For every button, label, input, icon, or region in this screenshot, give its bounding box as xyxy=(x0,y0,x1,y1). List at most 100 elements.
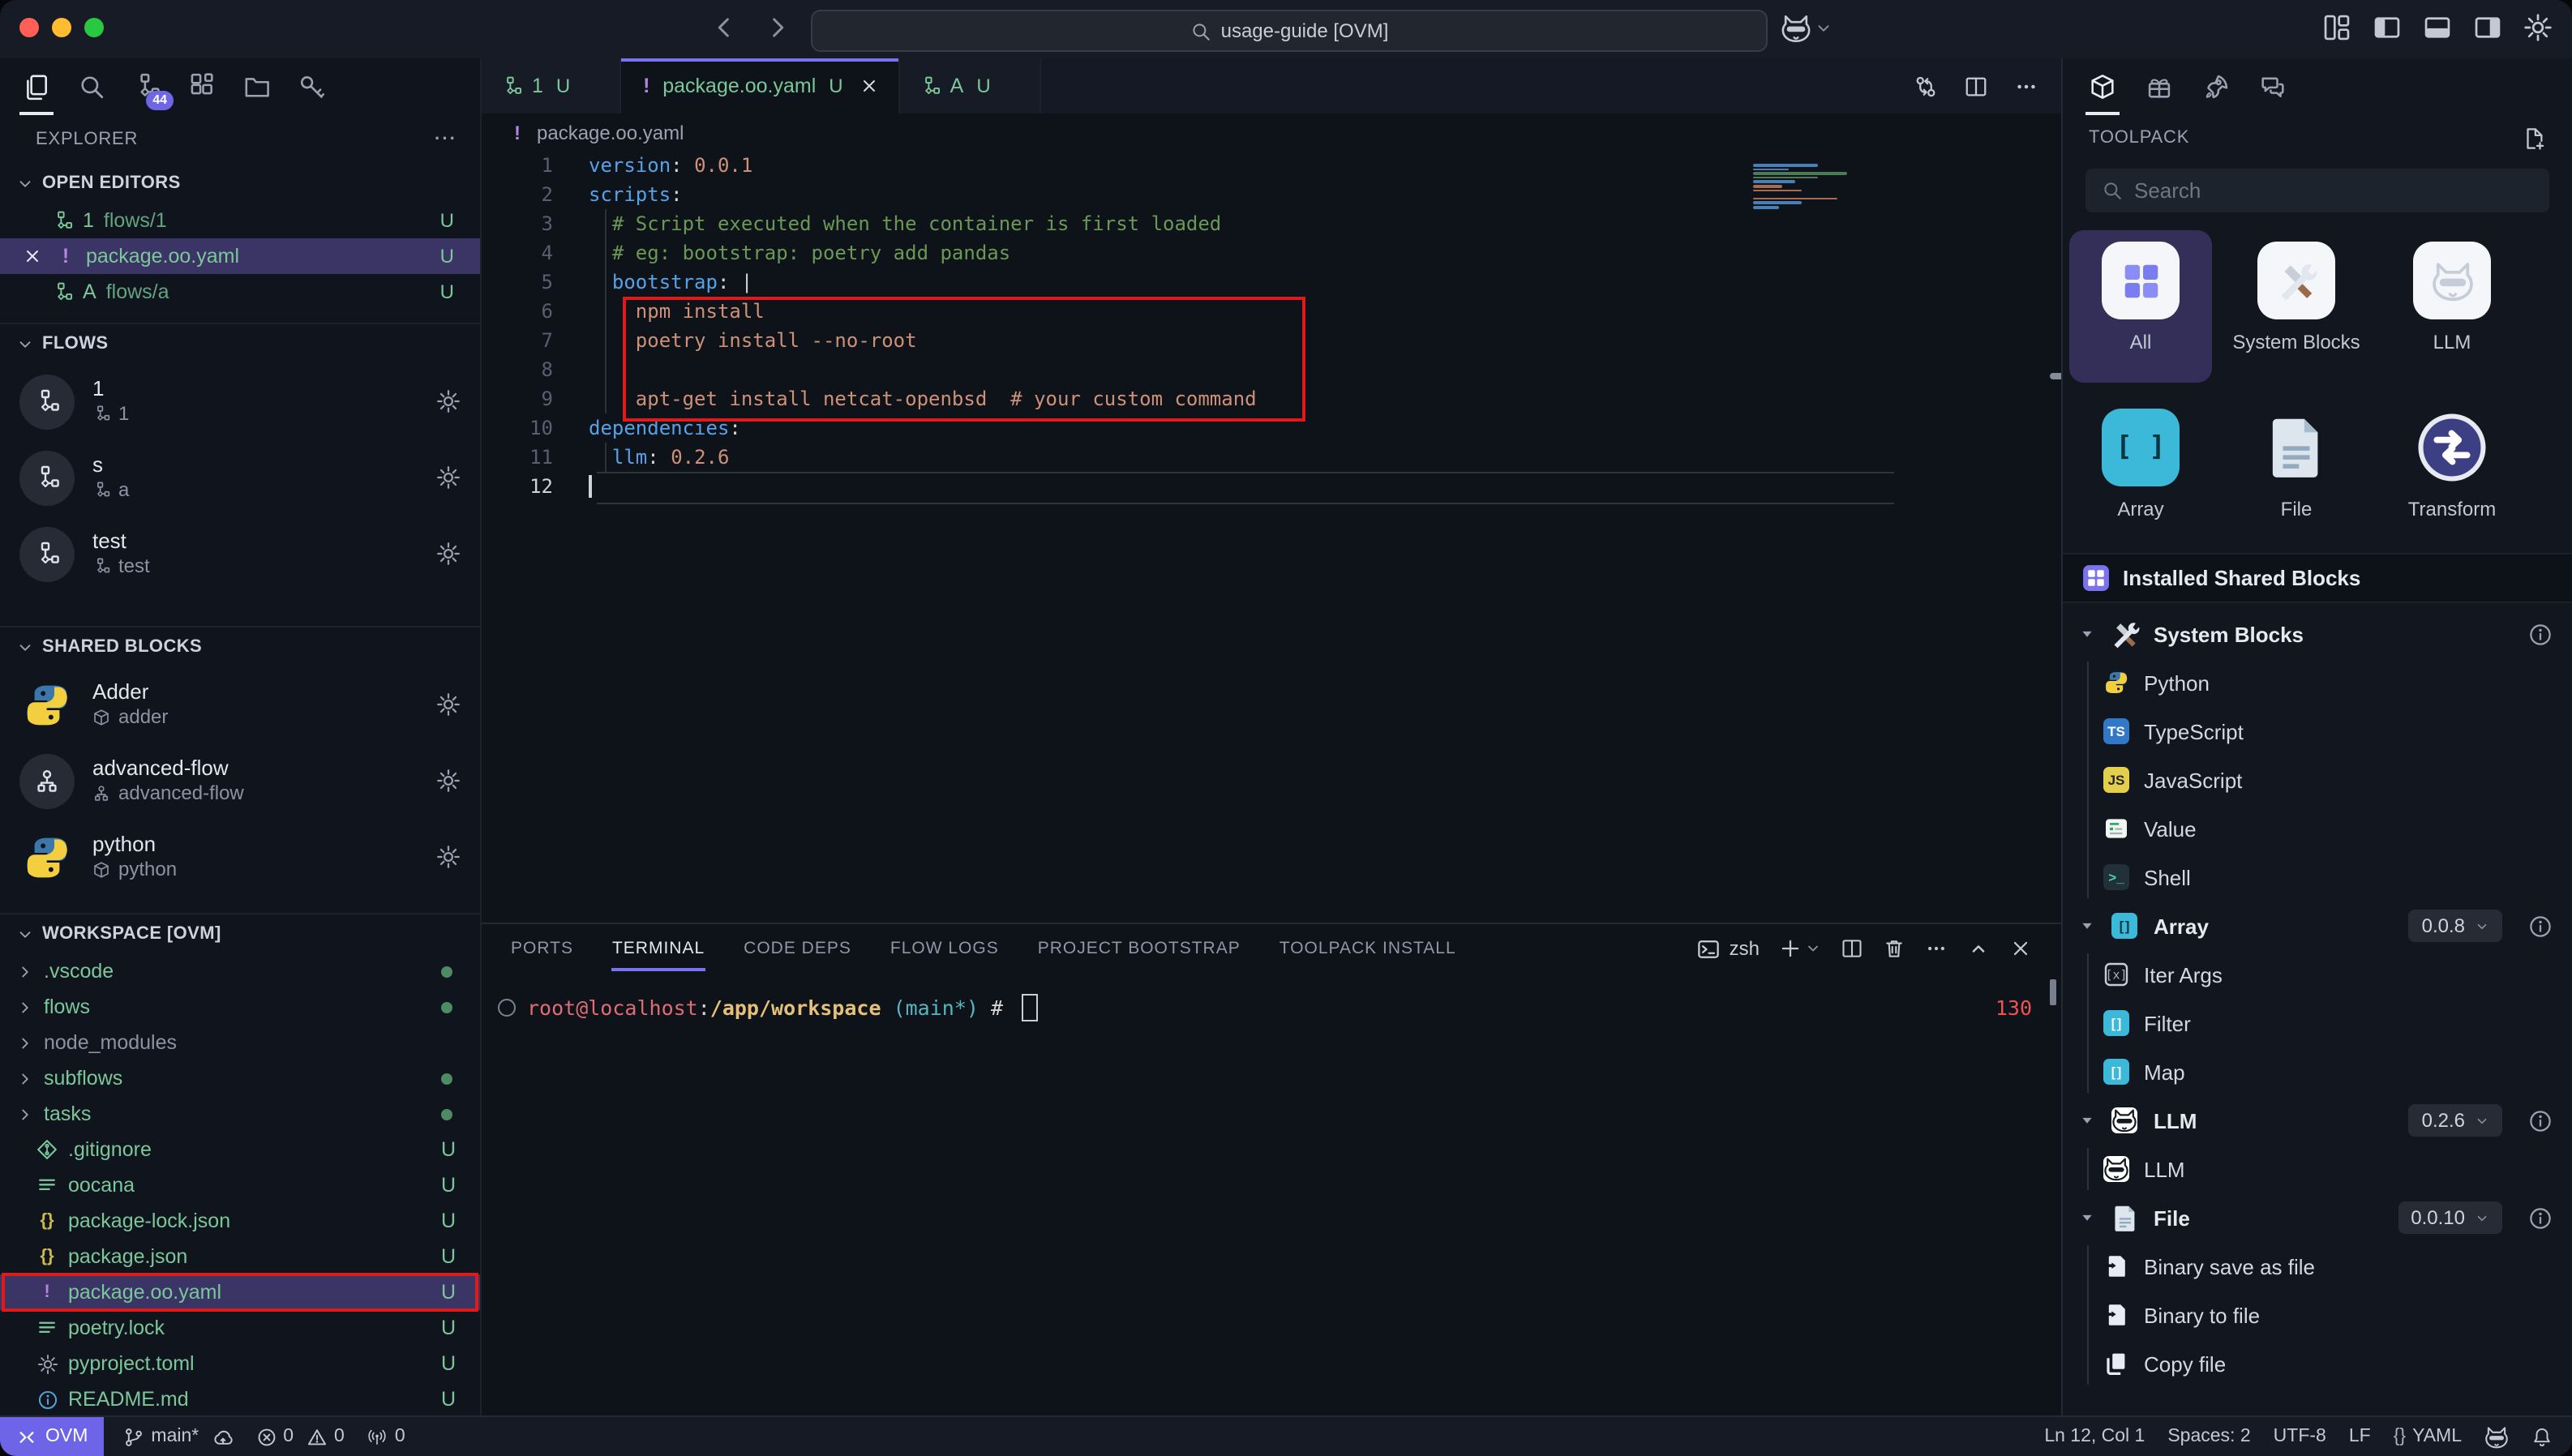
minimize-window-button[interactable] xyxy=(52,18,71,37)
panel-tab-terminal[interactable]: TERMINAL xyxy=(612,924,705,973)
customize-layout-icon[interactable] xyxy=(2322,13,2351,42)
toolpack-category-system-blocks[interactable]: System Blocks xyxy=(2225,242,2368,355)
file-tree-item[interactable]: .gitignoreU xyxy=(0,1132,480,1167)
gear-icon[interactable] xyxy=(436,542,461,566)
workspace-header[interactable]: WORKSPACE [OVM] xyxy=(0,914,480,953)
eol-indicator[interactable]: LF xyxy=(2338,1417,2382,1456)
search-activity-icon[interactable] xyxy=(78,72,105,100)
explorer-activity-icon[interactable] xyxy=(23,72,50,100)
open-editor-item[interactable]: !package.oo.yamlU xyxy=(0,238,480,274)
code-editor[interactable]: 123456789101112 version: 0.0.1scripts: #… xyxy=(482,151,2061,923)
flow-card[interactable]: 1 1 xyxy=(0,363,480,439)
flow-card[interactable]: test test xyxy=(0,516,480,592)
shared-block-card[interactable]: Adder adder xyxy=(0,666,480,743)
file-tree-item[interactable]: pyproject.tomlU xyxy=(0,1346,480,1381)
file-tree-item[interactable]: tasks xyxy=(0,1096,480,1132)
terminal-scrollbar[interactable] xyxy=(2050,979,2056,1005)
notifications-bell[interactable] xyxy=(2520,1417,2572,1456)
info-icon[interactable] xyxy=(2528,1205,2553,1230)
split-editor-icon[interactable] xyxy=(1964,74,1988,98)
kill-terminal-icon[interactable] xyxy=(1883,937,1905,960)
split-terminal-icon[interactable] xyxy=(1841,937,1863,960)
cursor-position[interactable]: Ln 12, Col 1 xyxy=(2033,1417,2156,1456)
back-button[interactable] xyxy=(710,13,739,42)
gear-icon[interactable] xyxy=(436,692,461,717)
caret-down-icon[interactable] xyxy=(2079,1112,2095,1128)
file-tree-item[interactable]: README.mdU xyxy=(0,1381,480,1417)
open-changes-icon[interactable] xyxy=(1914,74,1938,98)
block-group-file[interactable]: File0.0.10 xyxy=(2063,1193,2572,1242)
panel-tab-code-deps[interactable]: CODE DEPS xyxy=(744,924,851,973)
secrets-activity-icon[interactable] xyxy=(298,72,326,100)
block-item-python[interactable]: Python xyxy=(2063,658,2572,707)
minimap[interactable] xyxy=(1753,164,1870,210)
branch-indicator[interactable]: main* xyxy=(104,1417,244,1456)
flows-activity-icon[interactable]: 44 xyxy=(133,72,161,100)
toolpack-search-input[interactable]: Search xyxy=(2085,169,2549,212)
breadcrumb[interactable]: ! package.oo.yaml xyxy=(482,113,2061,151)
info-icon[interactable] xyxy=(2528,1108,2553,1133)
ports-indicator[interactable]: 0 xyxy=(356,1417,417,1456)
sash-handle[interactable] xyxy=(2050,373,2061,379)
block-item-iter-args[interactable]: [x] Iter Args xyxy=(2063,950,2572,999)
open-editor-item[interactable]: 1flows/1U xyxy=(0,203,480,238)
new-terminal-button[interactable] xyxy=(1779,937,1821,960)
gear-icon[interactable] xyxy=(436,465,461,490)
block-group-llm[interactable]: LLM0.2.6 xyxy=(2063,1096,2572,1145)
toggle-right-sidebar-icon[interactable] xyxy=(2473,13,2502,42)
rocket-activity-icon[interactable] xyxy=(2202,72,2230,100)
remote-indicator[interactable]: OVM xyxy=(0,1417,104,1456)
close-icon[interactable] xyxy=(23,246,42,266)
block-item-typescript[interactable]: TS TypeScript xyxy=(2063,707,2572,756)
encoding-indicator[interactable]: UTF-8 xyxy=(2262,1417,2338,1456)
block-item-filter[interactable]: [ ] Filter xyxy=(2063,999,2572,1047)
version-dropdown[interactable]: 0.0.8 xyxy=(2409,910,2502,942)
file-tree-item[interactable]: subflows xyxy=(0,1060,480,1096)
panel-tab-flow-logs[interactable]: FLOW LOGS xyxy=(890,924,999,973)
settings-gear-icon[interactable] xyxy=(2523,13,2553,42)
toolpack-category-file[interactable]: File xyxy=(2225,409,2368,522)
close-icon[interactable] xyxy=(859,76,879,96)
file-tree-item[interactable]: !package.oo.yamlU xyxy=(0,1274,480,1310)
explorer-more-icon[interactable]: ··· xyxy=(435,130,457,149)
toggle-left-sidebar-icon[interactable] xyxy=(2373,13,2402,42)
toggle-bottom-panel-icon[interactable] xyxy=(2423,13,2452,42)
editor-tab[interactable]: ! package.oo.yaml U xyxy=(620,58,899,113)
panel-tab-ports[interactable]: PORTS xyxy=(511,924,573,973)
block-item-binary-save-as-file[interactable]: Binary save as file xyxy=(2063,1242,2572,1291)
version-dropdown[interactable]: 0.2.6 xyxy=(2409,1104,2502,1137)
close-panel-icon[interactable] xyxy=(2009,937,2032,960)
gear-icon[interactable] xyxy=(436,769,461,793)
open-editor-item[interactable]: Aflows/aU xyxy=(0,274,480,310)
block-group-array[interactable]: [ ] Array0.0.8 xyxy=(2063,901,2572,950)
editor-tab[interactable]: 1 U xyxy=(482,58,620,113)
forward-button[interactable] xyxy=(762,13,791,42)
shared-block-card[interactable]: python python xyxy=(0,819,480,895)
gear-icon[interactable] xyxy=(436,845,461,869)
block-group-system-blocks[interactable]: System Blocks xyxy=(2063,610,2572,658)
editor-tab[interactable]: A U xyxy=(900,58,1041,113)
panel-more-icon[interactable] xyxy=(1925,937,1948,960)
toolpack-activity-icon[interactable] xyxy=(2089,72,2116,100)
problems-indicator[interactable]: 0 0 xyxy=(244,1417,356,1456)
blocks-activity-icon[interactable] xyxy=(188,72,216,100)
file-tree-item[interactable]: {}package.jsonU xyxy=(0,1239,480,1274)
folder-activity-icon[interactable] xyxy=(243,72,271,100)
block-item-binary-to-file[interactable]: Binary to file xyxy=(2063,1291,2572,1339)
block-item-copy-file[interactable]: Copy file xyxy=(2063,1339,2572,1388)
terminal[interactable]: root@localhost:/app/workspace (main*) # … xyxy=(482,973,2061,1417)
toolpack-category-all[interactable]: All xyxy=(2069,242,2212,355)
new-toolpack-icon[interactable] xyxy=(2522,126,2546,150)
shell-selector[interactable]: zsh xyxy=(1697,936,1760,961)
toolpack-category-array[interactable]: [ ]Array xyxy=(2069,409,2212,522)
gear-icon[interactable] xyxy=(436,389,461,413)
panel-tab-toolpack-install[interactable]: TOOLPACK INSTALL xyxy=(1280,924,1456,973)
shared-block-card[interactable]: advanced-flow advanced-flow xyxy=(0,743,480,819)
block-item-javascript[interactable]: JS JavaScript xyxy=(2063,756,2572,804)
block-item-map[interactable]: [ ] Map xyxy=(2063,1047,2572,1096)
panel-tab-project-bootstrap[interactable]: PROJECT BOOTSTRAP xyxy=(1038,924,1241,973)
block-item-shell[interactable]: >_ Shell xyxy=(2063,853,2572,901)
indentation-indicator[interactable]: Spaces: 2 xyxy=(2156,1417,2261,1456)
info-icon[interactable] xyxy=(2528,622,2553,646)
gift-activity-icon[interactable] xyxy=(2145,72,2173,100)
